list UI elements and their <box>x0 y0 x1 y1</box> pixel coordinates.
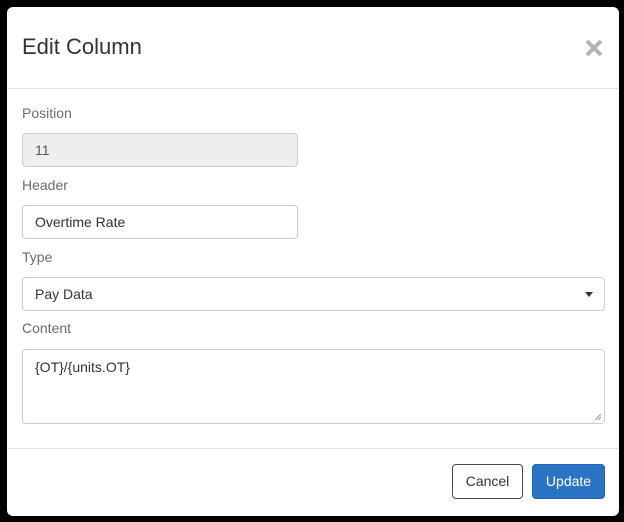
chevron-down-icon <box>585 292 593 297</box>
position-label: Position <box>22 105 72 121</box>
edit-column-dialog: Edit Column Position 11 Header Overtime … <box>7 7 619 516</box>
content-textarea[interactable]: {OT}/{units.OT} <box>22 349 605 424</box>
dialog-title: Edit Column <box>22 34 142 59</box>
dialog-footer: Cancel Update <box>7 448 619 516</box>
type-selected-value: Pay Data <box>35 286 93 302</box>
close-icon[interactable] <box>583 37 605 59</box>
type-label: Type <box>22 249 53 265</box>
dialog-header: Edit Column <box>7 7 619 89</box>
header-label: Header <box>22 177 68 193</box>
header-input[interactable]: Overtime Rate <box>22 205 298 239</box>
type-select[interactable]: Pay Data <box>22 277 605 311</box>
position-input[interactable]: 11 <box>22 133 298 167</box>
cancel-button[interactable]: Cancel <box>452 464 523 499</box>
update-button[interactable]: Update <box>532 464 605 499</box>
content-label: Content <box>22 320 72 336</box>
content-value: {OT}/{units.OT} <box>35 359 130 375</box>
dialog-body: Position 11 Header Overtime Rate Type Pa… <box>7 89 619 449</box>
resize-grip-icon[interactable] <box>594 413 602 421</box>
